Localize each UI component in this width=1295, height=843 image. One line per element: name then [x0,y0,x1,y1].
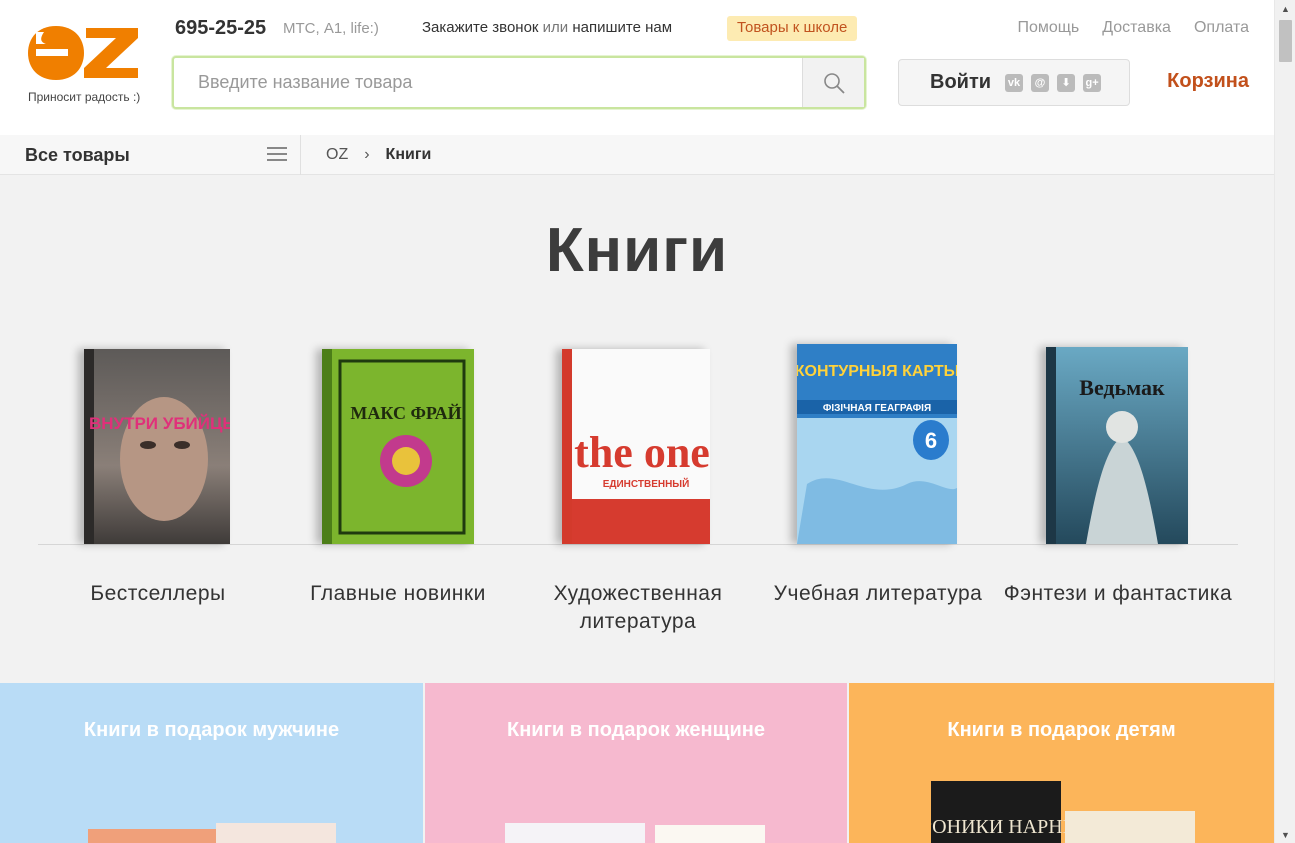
category-new-releases[interactable]: МАКС ФРАЙ Главные новинки [278,330,518,650]
delivery-link[interactable]: Доставка [1102,19,1171,37]
login-box: Войти vk @ ⬇ g+ [898,59,1130,106]
page: Приносит радость :) 695-25-25 МТС, А1, l… [0,0,1274,843]
category-list: ВНУТРИ УБИЙЦЫ Бестселлеры МАКС ФРАЙ Глав… [38,330,1238,650]
logo-tagline: Приносит радость :) [28,90,141,104]
gift-title: Книги в подарок детям [947,719,1176,741]
gift-books-image [505,823,765,843]
header: Приносит радость :) 695-25-25 МТС, А1, l… [0,0,1274,135]
callback-or: или [542,19,569,36]
category-education[interactable]: КОНТУРНЫЯ КАРТЫ ФІЗІЧНАЯ ГЕАГРАФІЯ 6 Уче… [758,330,998,650]
scroll-thumb[interactable] [1279,20,1292,62]
page-scrollbar[interactable]: ▲ ▼ [1274,0,1295,843]
vk-icon[interactable]: vk [1005,73,1024,92]
download-icon[interactable]: ⬇ [1057,73,1076,92]
order-call-link[interactable]: Закажите звонок [422,19,538,36]
scroll-up-arrow-icon[interactable]: ▲ [1275,0,1295,17]
oz-logo[interactable]: Приносит радость :) [26,22,156,107]
gift-panels: Книги в подарок мужчине Книги в подарок … [0,683,1274,843]
search-button[interactable] [802,58,864,107]
category-fantasy[interactable]: Ведьмак Фэнтези и фантастика [998,330,1238,650]
all-goods-label: Все товары [25,144,130,165]
callback-links: Закажите звонок или напишите нам [422,19,672,36]
gift-for-women[interactable]: Книги в подарок женщине [425,683,847,843]
all-goods-menu[interactable]: Все товары [0,135,301,175]
book-cover: МАКС ФРАЙ [322,349,474,544]
book-subtitle-4: ФІЗІЧНАЯ ГЕАГРАФІЯ [823,403,931,414]
google-plus-icon[interactable]: g+ [1083,73,1102,92]
book-title-2: МАКС ФРАЙ [350,402,461,423]
category-fiction[interactable]: the one ЕДИНСТВЕННЫЙ Художественная лите… [518,330,758,650]
book-title-3: the one [574,428,710,477]
book-cover: the one ЕДИНСТВЕННЫЙ [562,349,710,544]
phone-operators: МТС, А1, life:) [283,20,379,37]
category-bestsellers[interactable]: ВНУТРИ УБИЙЦЫ Бестселлеры [38,330,278,650]
school-goods-badge[interactable]: Товары к школе [727,16,858,41]
gift-for-men[interactable]: Книги в подарок мужчине [0,683,423,843]
book-title-4: КОНТУРНЫЯ КАРТЫ [797,363,957,380]
search-icon [823,72,845,94]
category-label: Художественная литература [553,582,723,633]
category-label: Учебная литература [773,582,983,605]
help-link[interactable]: Помощь [1017,19,1079,37]
breadcrumb-current: Книги [385,146,432,163]
mail-icon[interactable]: @ [1031,73,1050,92]
breadcrumb: OZ › Книги [326,135,431,175]
book-cover: ВНУТРИ УБИЙЦЫ [84,349,230,544]
search-input[interactable] [174,58,802,107]
cart-link[interactable]: Корзина [1167,70,1249,93]
scroll-down-arrow-icon[interactable]: ▼ [1275,826,1295,843]
payment-link[interactable]: Оплата [1194,19,1249,37]
login-button[interactable]: Войти [930,71,991,94]
search-bar [172,56,866,109]
book-cover: КОНТУРНЫЯ КАРТЫ ФІЗІЧНАЯ ГЕАГРАФІЯ 6 [797,344,957,544]
oz-logo-icon [28,26,138,80]
write-us-link[interactable]: напишите нам [572,19,672,36]
breadcrumb-separator: › [364,146,370,163]
book-badge-4: 6 [925,428,937,453]
menu-icon [267,147,287,161]
category-label: Фэнтези и фантастика [1003,582,1233,605]
phone-number[interactable]: 695-25-25 [175,17,266,40]
page-title: Книги [545,216,729,285]
top-links: Помощь Доставка Оплата [1017,19,1249,37]
book-subtitle-3: ЕДИНСТВЕННЫЙ [603,477,690,490]
book-title-5: Ведьмак [1079,375,1165,400]
book-title-1: ВНУТРИ УБИЙЦЫ [89,414,230,433]
nav-bar: Все товары OZ › Книги [0,135,1274,175]
gift-for-kids[interactable]: Книги в подарок детям ХРОНИКИ НАРНИИ [849,683,1274,843]
book-cover: Ведьмак [1046,347,1188,544]
category-label: Главные новинки [310,582,486,605]
category-label: Бестселлеры [90,582,226,605]
gift-books-image: ХРОНИКИ НАРНИИ [931,781,1195,843]
gift-title: Книги в подарок женщине [507,719,765,741]
gift-books-image [88,823,336,843]
breadcrumb-root[interactable]: OZ [326,146,348,164]
gift-title: Книги в подарок мужчине [83,719,340,741]
